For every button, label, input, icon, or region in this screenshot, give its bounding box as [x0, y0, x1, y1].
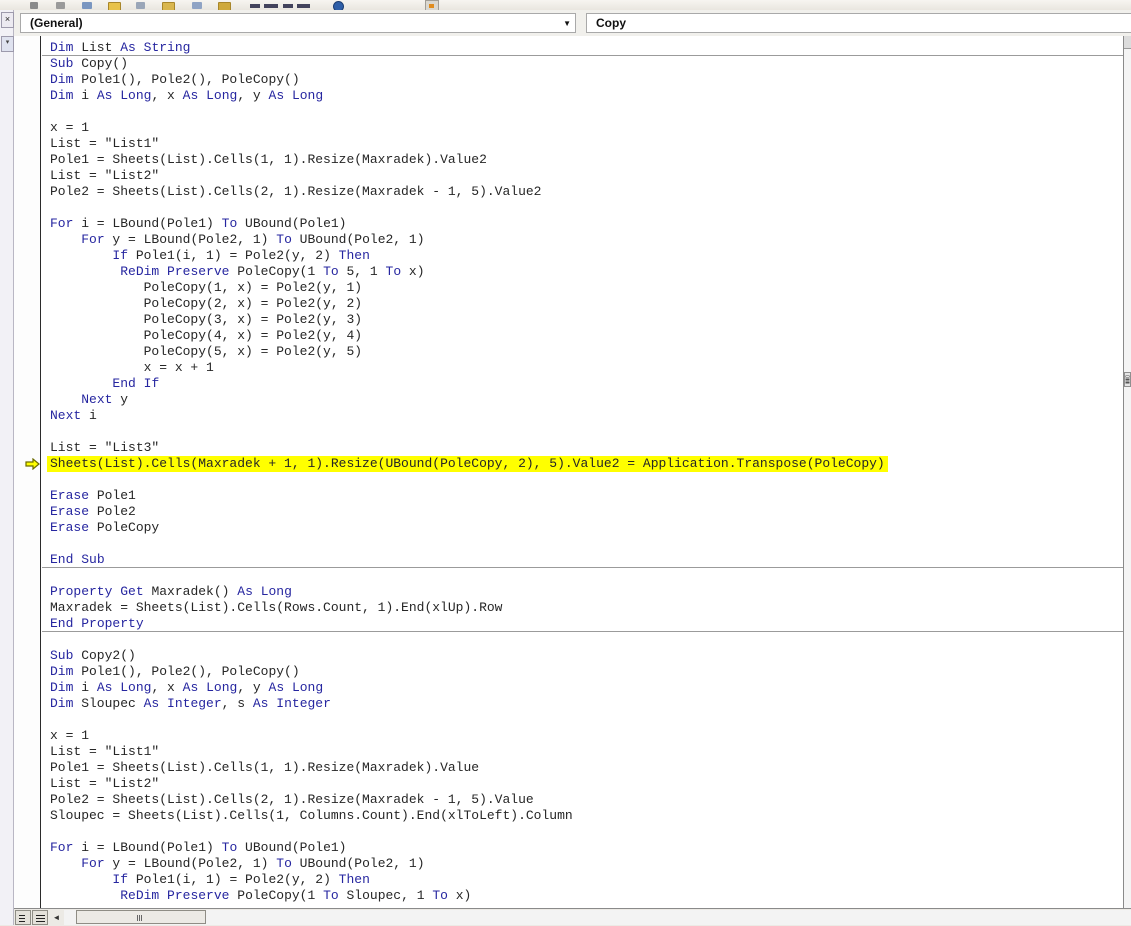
code-line[interactable]: If Pole1(i, 1) = Pole2(y, 2) Then: [42, 248, 1123, 264]
close-icon[interactable]: ×: [1, 12, 14, 28]
code-line[interactable]: Dim Sloupec As Integer, s As Integer: [42, 696, 1123, 712]
code-line[interactable]: Sub Copy(): [42, 56, 1123, 72]
code-line[interactable]: If Pole1(i, 1) = Pole2(y, 2) Then: [42, 872, 1123, 888]
code-line[interactable]: For i = LBound(Pole1) To UBound(Pole1): [42, 216, 1123, 232]
toolbar-status-fragment: [264, 4, 278, 8]
dropdown-handle-icon[interactable]: ▾: [1, 36, 14, 52]
scroll-left-icon[interactable]: ◄: [50, 911, 63, 924]
code-line[interactable]: PoleCopy(4, x) = Pole2(y, 4): [42, 328, 1123, 344]
code-line[interactable]: x = x + 1: [42, 360, 1123, 376]
toolbar-icon: [82, 2, 92, 9]
code-line[interactable]: [42, 632, 1123, 648]
full-module-view-icon: [36, 915, 45, 916]
code-line[interactable]: [42, 104, 1123, 120]
scrollbar-button[interactable]: [1124, 36, 1131, 49]
code-line[interactable]: [42, 424, 1123, 440]
code-line[interactable]: List = "List1": [42, 136, 1123, 152]
code-line[interactable]: Dim Pole1(), Pole2(), PoleCopy(): [42, 72, 1123, 88]
toolbar-icon: [56, 2, 65, 9]
code-line[interactable]: ReDim Preserve PoleCopy(1 To Sloupec, 1 …: [42, 888, 1123, 904]
code-line[interactable]: Pole2 = Sheets(List).Cells(2, 1).Resize(…: [42, 184, 1123, 200]
code-line[interactable]: List = "List2": [42, 168, 1123, 184]
code-line[interactable]: x = 1: [42, 728, 1123, 744]
code-line[interactable]: Dim i As Long, x As Long, y As Long: [42, 680, 1123, 696]
code-line[interactable]: End Property: [42, 616, 1123, 632]
code-line[interactable]: For i = LBound(Pole1) To UBound(Pole1): [42, 840, 1123, 856]
horizontal-scrollbar[interactable]: [64, 910, 1131, 925]
code-line[interactable]: Dim Pole1(), Pole2(), PoleCopy(): [42, 664, 1123, 680]
code-line[interactable]: Property Get Maxradek() As Long: [42, 584, 1123, 600]
code-line[interactable]: Dim i As Long, x As Long, y As Long: [42, 88, 1123, 104]
code-editor[interactable]: Dim List As StringSub Copy()Dim Pole1(),…: [42, 36, 1123, 908]
code-line[interactable]: PoleCopy(5, x) = Pole2(y, 5): [42, 344, 1123, 360]
code-line[interactable]: For y = LBound(Pole2, 1) To UBound(Pole2…: [42, 232, 1123, 248]
procedure-dropdown-value: Copy: [596, 16, 626, 30]
code-line[interactable]: End Sub: [42, 552, 1123, 568]
code-line[interactable]: x = 1: [42, 120, 1123, 136]
vertical-scrollbar-thumb[interactable]: [1124, 372, 1131, 387]
code-line[interactable]: List = "List1": [42, 744, 1123, 760]
code-line[interactable]: Dim List As String: [42, 40, 1123, 56]
bottom-bar: ◄: [14, 908, 1131, 926]
code-line[interactable]: End If: [42, 376, 1123, 392]
code-line[interactable]: [42, 536, 1123, 552]
code-line[interactable]: Erase Pole2: [42, 504, 1123, 520]
code-line[interactable]: PoleCopy(2, x) = Pole2(y, 2): [42, 296, 1123, 312]
code-line[interactable]: Sheets(List).Cells(Maxradek + 1, 1).Resi…: [42, 456, 1123, 472]
code-line[interactable]: ReDim Preserve PoleCopy(1 To 5, 1 To x): [42, 264, 1123, 280]
code-line[interactable]: Maxradek = Sheets(List).Cells(Rows.Count…: [42, 600, 1123, 616]
code-line[interactable]: [42, 200, 1123, 216]
procedure-view-button[interactable]: [15, 910, 31, 925]
toolbar-status-fragment: [250, 4, 260, 8]
code-line[interactable]: Erase Pole1: [42, 488, 1123, 504]
toolbar-icon: [192, 2, 202, 9]
procedure-dropdown[interactable]: Copy ▼: [586, 13, 1131, 33]
code-line[interactable]: PoleCopy(1, x) = Pole2(y, 1): [42, 280, 1123, 296]
object-dropdown-value: (General): [30, 16, 83, 30]
full-module-view-button[interactable]: [32, 910, 48, 925]
toolbar-status-fragment: [297, 4, 310, 8]
code-pane: Dim List As StringSub Copy()Dim Pole1(),…: [14, 36, 1123, 908]
code-line[interactable]: [42, 568, 1123, 584]
code-line[interactable]: Erase PoleCopy: [42, 520, 1123, 536]
code-line[interactable]: [42, 472, 1123, 488]
code-line[interactable]: Pole1 = Sheets(List).Cells(1, 1).Resize(…: [42, 152, 1123, 168]
procedure-view-icon: [19, 915, 25, 916]
code-line[interactable]: Next y: [42, 392, 1123, 408]
toolbar-icon: [30, 2, 38, 9]
code-line[interactable]: Sub Copy2(): [42, 648, 1123, 664]
chevron-down-icon: ▼: [563, 19, 571, 28]
horizontal-scrollbar-thumb[interactable]: [76, 910, 206, 924]
vertical-scrollbar[interactable]: [1123, 36, 1131, 908]
code-line[interactable]: [42, 824, 1123, 840]
margin-indicator-bar[interactable]: [14, 36, 41, 908]
toolbar-status-fragment: [283, 4, 293, 8]
code-line[interactable]: PoleCopy(3, x) = Pole2(y, 3): [42, 312, 1123, 328]
left-dock-strip: × ▾: [0, 10, 14, 925]
code-line[interactable]: Next i: [42, 408, 1123, 424]
execution-point-arrow-icon: [25, 458, 40, 470]
code-line[interactable]: List = "List2": [42, 776, 1123, 792]
code-line[interactable]: List = "List3": [42, 440, 1123, 456]
code-line[interactable]: For y = LBound(Pole2, 1) To UBound(Pole2…: [42, 856, 1123, 872]
object-dropdown[interactable]: (General) ▼: [20, 13, 576, 33]
declarations-bar: (General) ▼ Copy ▼: [14, 10, 1131, 37]
code-line[interactable]: Pole2 = Sheets(List).Cells(2, 1).Resize(…: [42, 792, 1123, 808]
code-line[interactable]: Sloupec = Sheets(List).Cells(1, Columns.…: [42, 808, 1123, 824]
code-line[interactable]: Pole1 = Sheets(List).Cells(1, 1).Resize(…: [42, 760, 1123, 776]
toolbar-icon: [136, 2, 145, 9]
code-line[interactable]: [42, 712, 1123, 728]
